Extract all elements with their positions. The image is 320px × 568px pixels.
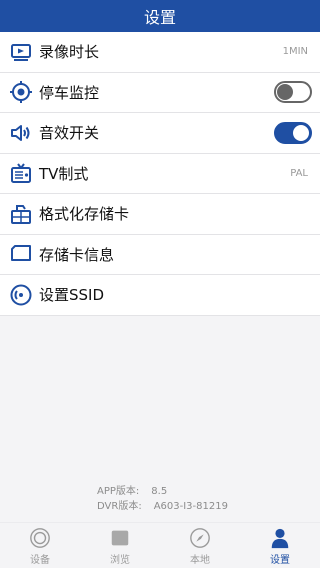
sound-icon: [8, 120, 34, 146]
setting-sound[interactable]: 音效开关: [0, 113, 320, 154]
toggle-knob: [293, 124, 309, 141]
setting-format-sdcard[interactable]: 格式化存储卡: [0, 194, 320, 235]
format-sdcard-icon: [8, 201, 34, 227]
tab-label: 浏览: [110, 554, 130, 566]
app-header: 设置: [0, 0, 320, 32]
tab-device[interactable]: 设备: [0, 523, 80, 568]
app-version-value: 8.5: [151, 486, 168, 497]
setting-label: 格式化存储卡: [39, 205, 130, 224]
tab-browse[interactable]: 浏览: [80, 523, 160, 568]
wifi-ssid-icon: [8, 282, 34, 308]
app-version-label: APP版本:: [97, 486, 140, 497]
tab-label: 设置: [270, 554, 290, 566]
setting-sdcard-info[interactable]: 存储卡信息: [0, 235, 320, 275]
setting-label: TV制式: [39, 164, 89, 183]
setting-label: 存储卡信息: [39, 245, 115, 264]
device-icon: [28, 526, 52, 550]
setting-label: 设置SSID: [39, 286, 105, 305]
parking-monitor-toggle[interactable]: [274, 81, 312, 104]
setting-label: 录像时长: [39, 43, 100, 62]
parking-monitor-icon: [8, 79, 34, 105]
version-info: APP版本: 8.5 DVR版本: A603-I3-81219: [0, 484, 320, 514]
setting-video-duration[interactable]: 录像时长 1MIN: [0, 32, 320, 73]
tv-format-icon: [8, 160, 34, 186]
tab-label: 设备: [30, 554, 50, 566]
settings-list: 录像时长 1MIN 停车监控 音效开关 TV制式 PAL 格式化存储卡 存储卡信…: [0, 32, 320, 316]
setting-value: PAL: [290, 167, 308, 179]
toggle-knob: [277, 84, 293, 101]
local-compass-icon: [188, 526, 212, 550]
setting-value: 1MIN: [282, 46, 308, 58]
app-version: APP版本: 8.5: [97, 484, 320, 499]
video-duration-icon: [8, 39, 34, 65]
page-title: 设置: [143, 8, 176, 27]
sound-toggle[interactable]: [274, 121, 312, 144]
dvr-version: DVR版本: A603-I3-81219: [97, 499, 320, 514]
setting-parking-monitor[interactable]: 停车监控: [0, 73, 320, 113]
settings-user-icon: [268, 526, 292, 550]
setting-label: 停车监控: [39, 83, 100, 102]
tab-label: 本地: [190, 554, 210, 566]
sdcard-info-icon: [8, 241, 34, 267]
dvr-version-value: A603-I3-81219: [153, 501, 228, 512]
dvr-version-label: DVR版本:: [97, 501, 142, 512]
setting-tv-format[interactable]: TV制式 PAL: [0, 154, 320, 194]
setting-ssid[interactable]: 设置SSID: [0, 275, 320, 316]
tab-settings[interactable]: 设置: [240, 523, 320, 568]
tab-local[interactable]: 本地: [160, 523, 240, 568]
bottom-tab-bar: 设备 浏览 本地 设置: [0, 522, 320, 568]
setting-label: 音效开关: [39, 124, 100, 143]
browse-icon: [108, 526, 132, 550]
